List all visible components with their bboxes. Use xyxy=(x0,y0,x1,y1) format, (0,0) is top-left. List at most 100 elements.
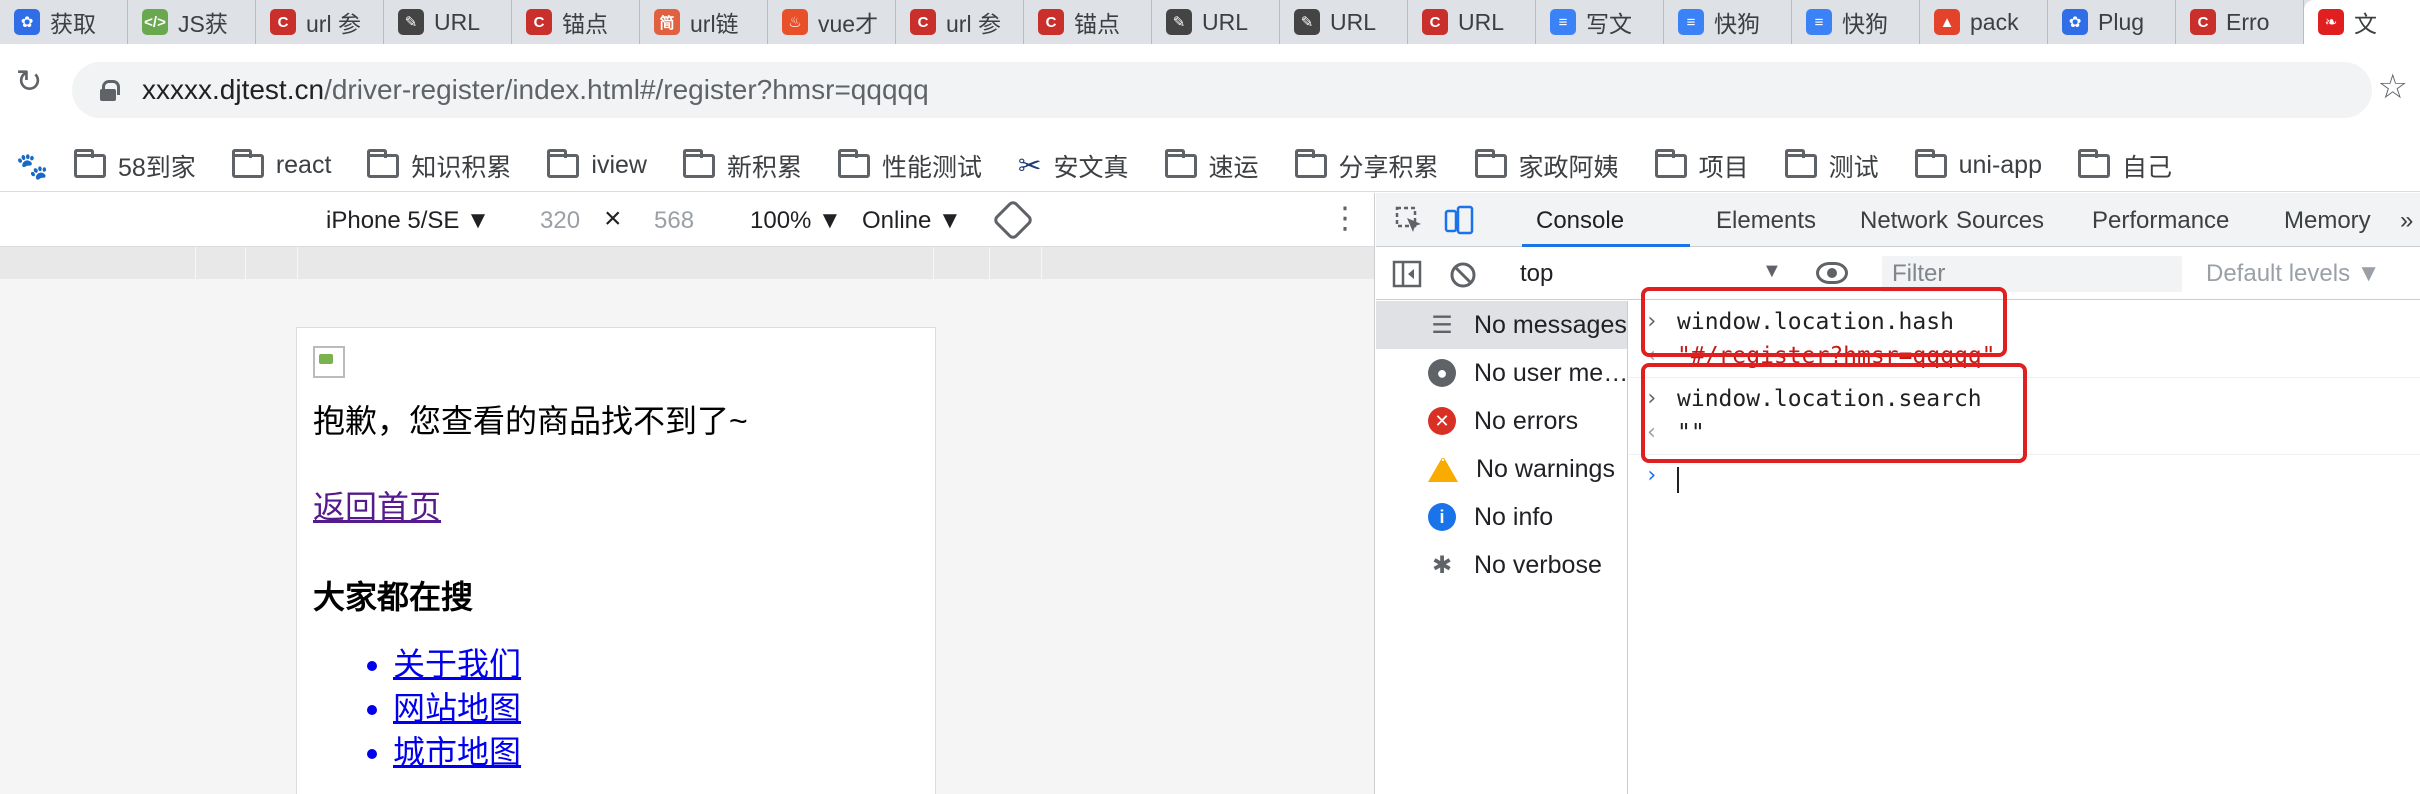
paw-icon[interactable]: 🐾 xyxy=(16,151,48,181)
ruler-segment[interactable] xyxy=(0,247,196,279)
device-select[interactable]: iPhone 5/SE ▼ xyxy=(326,207,490,235)
sidebar-filter-item[interactable]: ✱ No verbose xyxy=(1376,541,1627,589)
browser-tab[interactable]: ▲ pack xyxy=(1920,0,2048,44)
inspect-element-icon[interactable] xyxy=(1394,205,1424,235)
bookmark-item[interactable]: 性能测试 xyxy=(838,148,982,184)
bookmark-star-icon[interactable]: ☆ xyxy=(2378,70,2408,104)
ruler-segment[interactable] xyxy=(990,247,1042,279)
paw-icon: ✿ xyxy=(14,9,40,35)
tab-title: URL xyxy=(1330,8,1377,35)
bookmark-item[interactable]: iview xyxy=(547,148,647,180)
device-toggle-icon[interactable] xyxy=(1444,205,1474,235)
browser-tab[interactable]: Curl 参 xyxy=(896,0,1024,44)
ruler-segment[interactable] xyxy=(246,247,298,279)
zoom-select[interactable]: 100% ▼ xyxy=(750,207,842,235)
device-toolbar: iPhone 5/SE ▼ 320 × 568 100% ▼ Online ▼ … xyxy=(0,193,1374,247)
browser-tab[interactable]: ✎ URL xyxy=(1152,0,1280,44)
media-query-ruler[interactable] xyxy=(0,247,1374,279)
sidebar-filter-item[interactable]: i No info xyxy=(1376,493,1627,541)
rotate-icon[interactable] xyxy=(991,198,1035,242)
browser-tab[interactable]: C Erro xyxy=(2176,0,2304,44)
device-height-input[interactable]: 568 xyxy=(654,207,694,235)
device-width-input[interactable]: 320 xyxy=(540,207,580,235)
bookmark-item[interactable]: 分享积累 xyxy=(1294,148,1439,184)
browser-tab[interactable]: ✎ URL xyxy=(384,0,512,44)
browser-tab[interactable]: ✿ Plug xyxy=(2048,0,2176,44)
browser-tab[interactable]: C URL xyxy=(1408,0,1536,44)
fox-icon: ▲ xyxy=(1934,9,1960,35)
bookmark-item[interactable]: uni-app xyxy=(1914,148,2042,180)
lock-icon xyxy=(100,80,120,101)
browser-tab[interactable]: ✎ URL xyxy=(1280,0,1408,44)
bookmark-label: 测试 xyxy=(1828,153,1879,182)
browser-tab-strip: ✿ 获取 </> JS获 Curl 参 ✎ URL C 锚点简 url链 ♨ vue才 Curl 参C锚… xyxy=(0,0,2420,44)
popular-links: 关于我们 网站地图 城市地图 xyxy=(313,642,919,774)
sidebar-filter-item[interactable]: ✕ No errors xyxy=(1376,397,1627,445)
sidebar-filter-item[interactable]: ☰ No messages xyxy=(1376,301,1627,349)
link-about-us[interactable]: 关于我们 xyxy=(393,642,919,686)
browser-tab[interactable]: C 锚点 xyxy=(1024,0,1152,44)
bookmark-item[interactable]: 新积累 xyxy=(683,148,802,184)
more-tabs-icon[interactable]: » xyxy=(2400,207,2413,235)
browser-tab[interactable]: 简 url链 xyxy=(640,0,768,44)
browser-tab[interactable]: Curl 参 xyxy=(256,0,384,44)
live-expression-eye-icon[interactable] xyxy=(1816,262,1848,284)
console-result[interactable]: "" xyxy=(1677,420,1705,446)
bookmark-item[interactable]: 项目 xyxy=(1654,148,1749,184)
address-bar[interactable]: xxxxx.djtest.cn/driver-register/index.ht… xyxy=(72,62,2372,118)
tab-title: 快狗 xyxy=(1714,11,1760,37)
link-site-map[interactable]: 网站地图 xyxy=(393,686,919,730)
tab-elements[interactable]: Elements xyxy=(1716,207,1816,235)
console-result[interactable]: "#/register?hmsr=qqqqq" xyxy=(1677,343,1996,369)
tab-network[interactable]: Network xyxy=(1860,207,1948,235)
bookmark-item[interactable]: 家政阿姨 xyxy=(1474,148,1619,184)
tab-title: url 参 xyxy=(306,11,361,37)
ruler-segment[interactable] xyxy=(934,247,990,279)
browser-tab[interactable]: ≡ 快狗 xyxy=(1792,0,1920,44)
browser-tab[interactable]: C 锚点 xyxy=(512,0,640,44)
console-filter-bar: top ▼ Filter Default levels ▼ xyxy=(1376,248,2420,300)
tab-console[interactable]: Console xyxy=(1536,207,1624,235)
link-city-map[interactable]: 城市地图 xyxy=(393,730,919,774)
clear-console-icon[interactable] xyxy=(1448,260,1478,290)
network-throttle-select[interactable]: Online ▼ xyxy=(862,207,962,235)
bookmark-item[interactable]: 自己 xyxy=(2078,148,2172,184)
sidebar-toggle-icon[interactable] xyxy=(1392,260,1422,288)
bookmark-item[interactable]: 速运 xyxy=(1164,148,1259,184)
context-select[interactable]: top xyxy=(1520,260,1553,288)
bookmark-item[interactable]: 知识积累 xyxy=(367,148,511,184)
log-levels-select[interactable]: Default levels ▼ xyxy=(2206,260,2381,288)
browser-tab[interactable]: </> JS获 xyxy=(128,0,256,44)
bookmark-label: 知识积累 xyxy=(411,153,512,182)
console-output[interactable]: › window.location.hash ‹ "#/register?hmsr=… xyxy=(1629,287,2420,794)
sidebar-filter-item[interactable]: ● No user me… xyxy=(1376,349,1627,397)
folder-icon xyxy=(231,148,264,178)
ruler-segment[interactable] xyxy=(298,247,934,279)
console-prompt[interactable]: › xyxy=(1629,455,2420,503)
browser-tab[interactable]: ≡ 快狗 xyxy=(1664,0,1792,44)
ruler-segment[interactable] xyxy=(1042,247,1374,279)
tab-memory[interactable]: Memory xyxy=(2284,207,2371,235)
back-home-link[interactable]: 返回首页 xyxy=(313,482,919,528)
console-filter-input[interactable]: Filter xyxy=(1882,256,2182,292)
bookmark-item[interactable]: ✂ 安文真 xyxy=(1018,148,1128,184)
more-options-icon[interactable]: ⋮ xyxy=(1330,203,1360,235)
browser-tab[interactable]: ✿ 获取 xyxy=(0,0,128,44)
tab-performance[interactable]: Performance xyxy=(2092,207,2229,235)
bookmark-label: 项目 xyxy=(1698,153,1749,182)
ruler-segment[interactable] xyxy=(196,247,246,279)
bug-icon: ✱ xyxy=(1431,551,1453,579)
browser-tab[interactable]: ❧ 文 xyxy=(2304,0,2420,44)
bookmark-item[interactable]: react xyxy=(231,148,331,180)
bookmark-item[interactable]: 58到家 xyxy=(74,148,196,184)
browser-tab[interactable]: ♨ vue才 xyxy=(768,0,896,44)
console-sidebar: ☰ No messages ● No user me… ✕ No errors! No wa… xyxy=(1376,301,1628,794)
wing-icon: ≡ xyxy=(1806,9,1832,35)
browser-tab[interactable]: ≡ 写文 xyxy=(1536,0,1664,44)
bookmark-item[interactable]: 测试 xyxy=(1784,148,1879,184)
console-entry: › window.location.hash ‹ "#/register?hmsr=… xyxy=(1629,301,2420,378)
reload-icon[interactable]: ↻ xyxy=(12,64,46,98)
sidebar-filter-item[interactable]: ! No warnings xyxy=(1376,445,1627,493)
context-caret-icon[interactable]: ▼ xyxy=(1762,260,1782,283)
tab-sources[interactable]: Sources xyxy=(1956,207,2044,235)
